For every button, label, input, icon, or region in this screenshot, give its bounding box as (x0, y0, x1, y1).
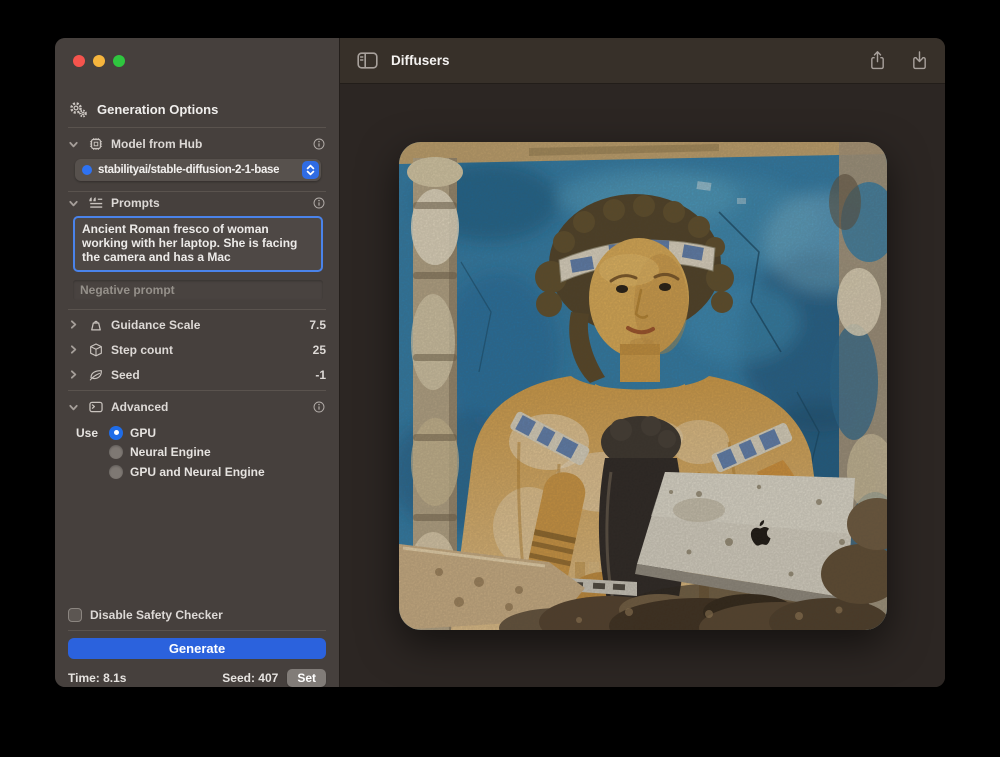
seed-row[interactable]: Seed -1 (55, 362, 339, 387)
model-status-dot (82, 165, 92, 175)
close-button[interactable] (73, 55, 85, 67)
spacer (55, 482, 339, 608)
model-popup-value: stabilityai/stable-diffusion-2-1-base (98, 164, 279, 176)
model-label: Model from Hub (111, 137, 202, 151)
prompts-label: Prompts (111, 196, 160, 210)
step-count-value: 25 (313, 343, 326, 357)
gears-icon (68, 101, 88, 118)
leaf-icon (86, 367, 105, 383)
set-seed-button[interactable]: Set (287, 669, 326, 687)
status-bar: Time: 8.1s Seed: 407 Set (55, 669, 339, 687)
divider (68, 309, 326, 310)
zoom-button[interactable] (113, 55, 125, 67)
generated-image[interactable] (399, 142, 887, 630)
info-icon[interactable] (312, 196, 326, 210)
cube-icon (86, 342, 105, 358)
radio-row-gpu-and-neural-engine[interactable]: GPU and Neural Engine (76, 462, 326, 482)
guidance-scale-value: 7.5 (309, 318, 326, 332)
window-title: Diffusers (391, 53, 450, 68)
diffusers-window: Generation Options Model from Hub (55, 38, 945, 687)
step-count-row[interactable]: Step count 25 (55, 337, 339, 362)
main-area: Diffusers (340, 38, 945, 687)
divider (68, 630, 326, 631)
sidebar-title: Generation Options (97, 102, 218, 117)
model-from-hub-section[interactable]: Model from Hub (55, 134, 339, 154)
chevron-right-icon (68, 344, 80, 355)
chevron-right-icon (68, 319, 80, 330)
model-popup-button[interactable]: stabilityai/stable-diffusion-2-1-base (75, 159, 321, 181)
seed-status: Seed: 407 (222, 671, 278, 685)
radio-row-neural-engine[interactable]: Neural Engine (76, 443, 326, 463)
negative-prompt-input[interactable] (73, 280, 323, 300)
info-icon[interactable] (312, 137, 326, 151)
seed-value: -1 (315, 368, 326, 382)
radio-gpu[interactable] (109, 426, 123, 440)
safety-checker-label: Disable Safety Checker (90, 608, 223, 622)
divider (68, 390, 326, 391)
radio-neural-engine-label: Neural Engine (130, 445, 211, 459)
prompt-input[interactable]: Ancient Roman fresco of woman working wi… (73, 216, 323, 272)
traffic-lights (55, 38, 339, 67)
radio-row-gpu[interactable]: Use GPU (76, 423, 326, 443)
safety-checker-row[interactable]: Disable Safety Checker (55, 607, 339, 623)
sidebar: Generation Options Model from Hub (55, 38, 340, 687)
save-icon[interactable] (911, 50, 928, 71)
radio-gpu-and-neural-engine[interactable] (109, 465, 123, 479)
chevron-down-icon (68, 402, 80, 413)
disable-safety-checkbox[interactable] (68, 608, 82, 622)
chevron-down-icon (68, 198, 80, 209)
advanced-section[interactable]: Advanced (55, 397, 339, 417)
weight-icon (86, 317, 105, 333)
advanced-label: Advanced (111, 400, 168, 414)
divider (68, 127, 326, 128)
share-icon[interactable] (869, 50, 886, 71)
guidance-scale-row[interactable]: Guidance Scale 7.5 (55, 312, 339, 337)
guidance-scale-label: Guidance Scale (111, 318, 200, 332)
compute-unit-group: Use GPU Neural Engine GPU and Neural Eng… (76, 423, 326, 482)
cpu-icon (86, 136, 105, 152)
desktop: Generation Options Model from Hub (0, 0, 1000, 757)
info-icon[interactable] (312, 400, 326, 414)
radio-gpu-label: GPU (130, 426, 156, 440)
prompts-section[interactable]: Prompts (55, 193, 339, 213)
minimize-button[interactable] (93, 55, 105, 67)
divider (68, 191, 326, 192)
generation-options-header: Generation Options (55, 99, 339, 119)
parameters: Guidance Scale 7.5 Step count 25 (55, 312, 339, 387)
popup-stepper-icon (302, 161, 319, 179)
chevron-right-icon (68, 369, 80, 380)
radio-gpu-and-neural-engine-label: GPU and Neural Engine (130, 465, 265, 479)
quote-icon (86, 195, 105, 211)
seed-label: Seed (111, 368, 140, 382)
step-count-label: Step count (111, 343, 173, 357)
radio-neural-engine[interactable] (109, 445, 123, 459)
titlebar: Diffusers (340, 38, 945, 84)
sidebar-toggle-icon[interactable] (357, 52, 378, 69)
generate-button[interactable]: Generate (68, 638, 326, 659)
use-label: Use (76, 426, 102, 440)
time-status: Time: 8.1s (68, 671, 126, 685)
titlebar-actions (869, 50, 928, 71)
image-canvas (340, 84, 945, 687)
terminal-icon (86, 399, 105, 415)
chevron-down-icon (68, 139, 80, 150)
